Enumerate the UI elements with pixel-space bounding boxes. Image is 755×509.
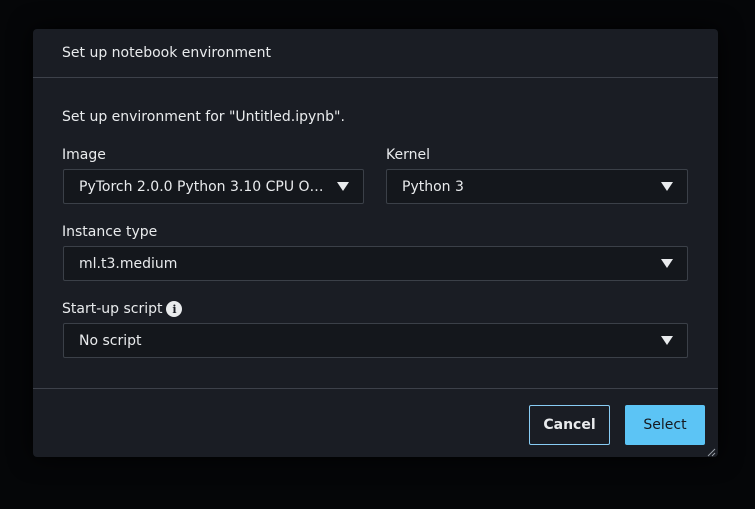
cancel-button[interactable]: Cancel (529, 405, 610, 445)
kernel-label: Kernel (386, 147, 430, 163)
kernel-label-text: Kernel (386, 147, 430, 163)
image-label: Image (62, 147, 106, 163)
startup-script-select[interactable]: No script (63, 323, 688, 358)
dialog-title: Set up notebook environment (62, 45, 271, 61)
chevron-down-icon (661, 182, 673, 191)
dialog-description: Set up environment for "Untitled.ipynb". (62, 109, 345, 125)
kernel-select-value: Python 3 (402, 178, 464, 195)
startup-script-label-text: Start-up script (62, 301, 163, 317)
chevron-down-icon (661, 336, 673, 345)
instance-type-select-value: ml.t3.medium (79, 255, 178, 272)
image-select-value: PyTorch 2.0.0 Python 3.10 CPU Optimized (79, 178, 327, 195)
info-icon[interactable]: i (166, 301, 183, 317)
chevron-down-icon (661, 259, 673, 268)
instance-type-label-text: Instance type (62, 224, 158, 240)
select-button[interactable]: Select (625, 405, 705, 445)
image-select[interactable]: PyTorch 2.0.0 Python 3.10 CPU Optimized (63, 169, 364, 204)
resize-handle-icon[interactable] (707, 448, 716, 457)
dialog-header: Set up notebook environment (33, 29, 718, 78)
instance-type-select[interactable]: ml.t3.medium (63, 246, 688, 281)
kernel-select[interactable]: Python 3 (386, 169, 688, 204)
dialog-body: Set up environment for "Untitled.ipynb".… (33, 78, 718, 388)
setup-environment-dialog: Set up notebook environment Set up envir… (33, 29, 718, 457)
chevron-down-icon (337, 182, 349, 191)
startup-script-select-value: No script (79, 332, 142, 349)
instance-type-label: Instance type (62, 224, 157, 240)
image-label-text: Image (62, 147, 106, 163)
startup-script-label: Start-up script i (62, 301, 183, 317)
dialog-footer: Cancel Select (33, 388, 718, 457)
